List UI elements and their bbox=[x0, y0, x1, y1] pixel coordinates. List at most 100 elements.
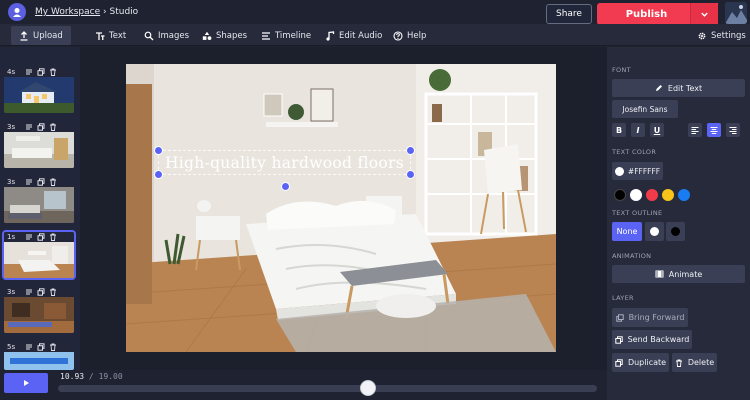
duplicate-icon[interactable] bbox=[37, 178, 45, 186]
scene-thumbnail-selected[interactable]: 1s bbox=[2, 230, 76, 280]
upload-icon bbox=[20, 30, 28, 41]
workspace-logo[interactable] bbox=[8, 3, 26, 21]
outline-white-button[interactable] bbox=[645, 222, 664, 241]
rotate-handle[interactable] bbox=[281, 182, 290, 191]
scene-duration[interactable]: 3s bbox=[7, 123, 21, 131]
scrubber-track[interactable] bbox=[58, 385, 597, 392]
outline-none-button[interactable]: None bbox=[612, 222, 642, 241]
outline-black-button[interactable] bbox=[666, 222, 685, 241]
scene-thumbnail[interactable]: 5s bbox=[4, 342, 74, 370]
scene-duration[interactable]: 1s bbox=[7, 233, 21, 241]
italic-button[interactable]: I bbox=[631, 123, 645, 137]
toolbar-settings[interactable]: Settings bbox=[697, 26, 746, 45]
help-icon bbox=[393, 30, 403, 41]
toolbar-text[interactable]: Text bbox=[95, 26, 126, 45]
resize-handle-bottom-right[interactable] bbox=[406, 170, 415, 179]
scrubber-handle[interactable] bbox=[359, 380, 376, 396]
send-backward-label: Send Backward bbox=[627, 335, 690, 344]
trash-icon[interactable] bbox=[49, 68, 57, 76]
timecode: 10.93 / 19.00 bbox=[60, 372, 123, 381]
drag-icon[interactable] bbox=[25, 123, 33, 131]
trash-icon[interactable] bbox=[49, 288, 57, 296]
outline-white-swatch bbox=[650, 227, 659, 236]
animate-button[interactable]: Animate bbox=[612, 265, 745, 283]
time-separator: / bbox=[88, 372, 94, 381]
underline-button[interactable]: U bbox=[650, 123, 664, 137]
edit-text-button[interactable]: Edit Text bbox=[612, 79, 745, 97]
italic-icon: I bbox=[636, 125, 640, 135]
scene-duration[interactable]: 5s bbox=[7, 343, 21, 351]
scene-image bbox=[4, 242, 74, 278]
duplicate-icon[interactable] bbox=[37, 233, 45, 241]
layer-section-label: LAYER bbox=[612, 294, 634, 302]
edit-text-label: Edit Text bbox=[667, 83, 703, 93]
duplicate-button[interactable]: Duplicate bbox=[612, 353, 669, 372]
toolbar-help-label: Help bbox=[407, 30, 427, 41]
resize-handle-top-right[interactable] bbox=[406, 146, 415, 155]
text-icon bbox=[96, 31, 105, 40]
scene-thumbnail[interactable]: 3s bbox=[4, 287, 74, 333]
trash-icon[interactable] bbox=[49, 123, 57, 131]
scene-thumbnail[interactable]: 3s bbox=[4, 177, 74, 223]
resize-handle-top-left[interactable] bbox=[154, 146, 163, 155]
trash-icon bbox=[675, 359, 682, 367]
trash-icon[interactable] bbox=[49, 233, 57, 241]
align-right-button[interactable] bbox=[726, 123, 740, 137]
text-overlay[interactable]: High-quality hardwood floors bbox=[158, 150, 411, 175]
toolbar-shapes[interactable]: Shapes bbox=[202, 26, 247, 45]
bold-icon: B bbox=[615, 125, 623, 135]
toolbar-upload[interactable]: Upload bbox=[11, 26, 71, 45]
color-swatch-red[interactable] bbox=[646, 189, 658, 201]
resize-handle-bottom-left[interactable] bbox=[154, 170, 163, 179]
align-left-icon bbox=[691, 127, 699, 134]
toolbar-timeline-label: Timeline bbox=[275, 30, 312, 41]
workspace-link[interactable]: My Workspace bbox=[35, 7, 100, 17]
drag-icon[interactable] bbox=[25, 288, 33, 296]
bold-button[interactable]: B bbox=[612, 123, 626, 137]
scene-duration[interactable]: 3s bbox=[7, 288, 21, 296]
text-color-picker[interactable]: #FFFFFF bbox=[612, 162, 663, 180]
scene-duration[interactable]: 4s bbox=[7, 68, 21, 76]
total-time: 19.00 bbox=[98, 372, 123, 381]
scene-canvas[interactable] bbox=[126, 64, 556, 352]
scene-image bbox=[4, 352, 74, 370]
color-swatch-yellow[interactable] bbox=[662, 189, 674, 201]
film-icon bbox=[655, 270, 664, 278]
color-swatch-white[interactable] bbox=[630, 189, 642, 201]
toolbar-edit-audio[interactable]: Edit Audio bbox=[325, 26, 382, 45]
send-backward-icon bbox=[614, 335, 623, 344]
color-swatch-black[interactable] bbox=[614, 189, 626, 201]
duplicate-icon[interactable] bbox=[37, 343, 45, 351]
drag-icon[interactable] bbox=[25, 178, 33, 186]
align-center-button[interactable] bbox=[707, 123, 721, 137]
drag-icon[interactable] bbox=[25, 68, 33, 76]
scene-thumbnail[interactable]: 3s bbox=[4, 122, 74, 168]
duplicate-icon[interactable] bbox=[37, 288, 45, 296]
trash-icon[interactable] bbox=[49, 178, 57, 186]
scene-thumbnail[interactable]: 4s bbox=[4, 67, 74, 113]
scene-duration[interactable]: 3s bbox=[7, 178, 21, 186]
font-section-label: FONT bbox=[612, 66, 631, 74]
drag-icon[interactable] bbox=[25, 343, 33, 351]
send-backward-button[interactable]: Send Backward bbox=[612, 330, 692, 349]
color-swatch-blue[interactable] bbox=[678, 189, 690, 201]
drag-icon[interactable] bbox=[25, 233, 33, 241]
bedroom-photo bbox=[126, 64, 556, 352]
scene-toolbar: 4s bbox=[4, 67, 74, 77]
align-left-button[interactable] bbox=[688, 123, 702, 137]
bring-forward-button[interactable]: Bring Forward bbox=[612, 308, 688, 327]
trash-icon[interactable] bbox=[49, 343, 57, 351]
duplicate-icon[interactable] bbox=[37, 123, 45, 131]
play-button[interactable] bbox=[4, 373, 48, 393]
toolbar-help[interactable]: Help bbox=[393, 26, 426, 45]
share-button[interactable]: Share bbox=[546, 4, 592, 24]
user-avatar[interactable] bbox=[725, 2, 747, 24]
publish-options-button[interactable] bbox=[690, 3, 718, 25]
toolbar-timeline[interactable]: Timeline bbox=[261, 26, 311, 45]
gear-icon bbox=[698, 32, 706, 39]
duplicate-icon[interactable] bbox=[37, 68, 45, 76]
underline-icon: U bbox=[653, 125, 661, 135]
font-select[interactable]: Josefin Sans bbox=[612, 100, 678, 118]
toolbar-images[interactable]: Images bbox=[144, 26, 189, 45]
delete-button[interactable]: Delete bbox=[672, 353, 717, 372]
